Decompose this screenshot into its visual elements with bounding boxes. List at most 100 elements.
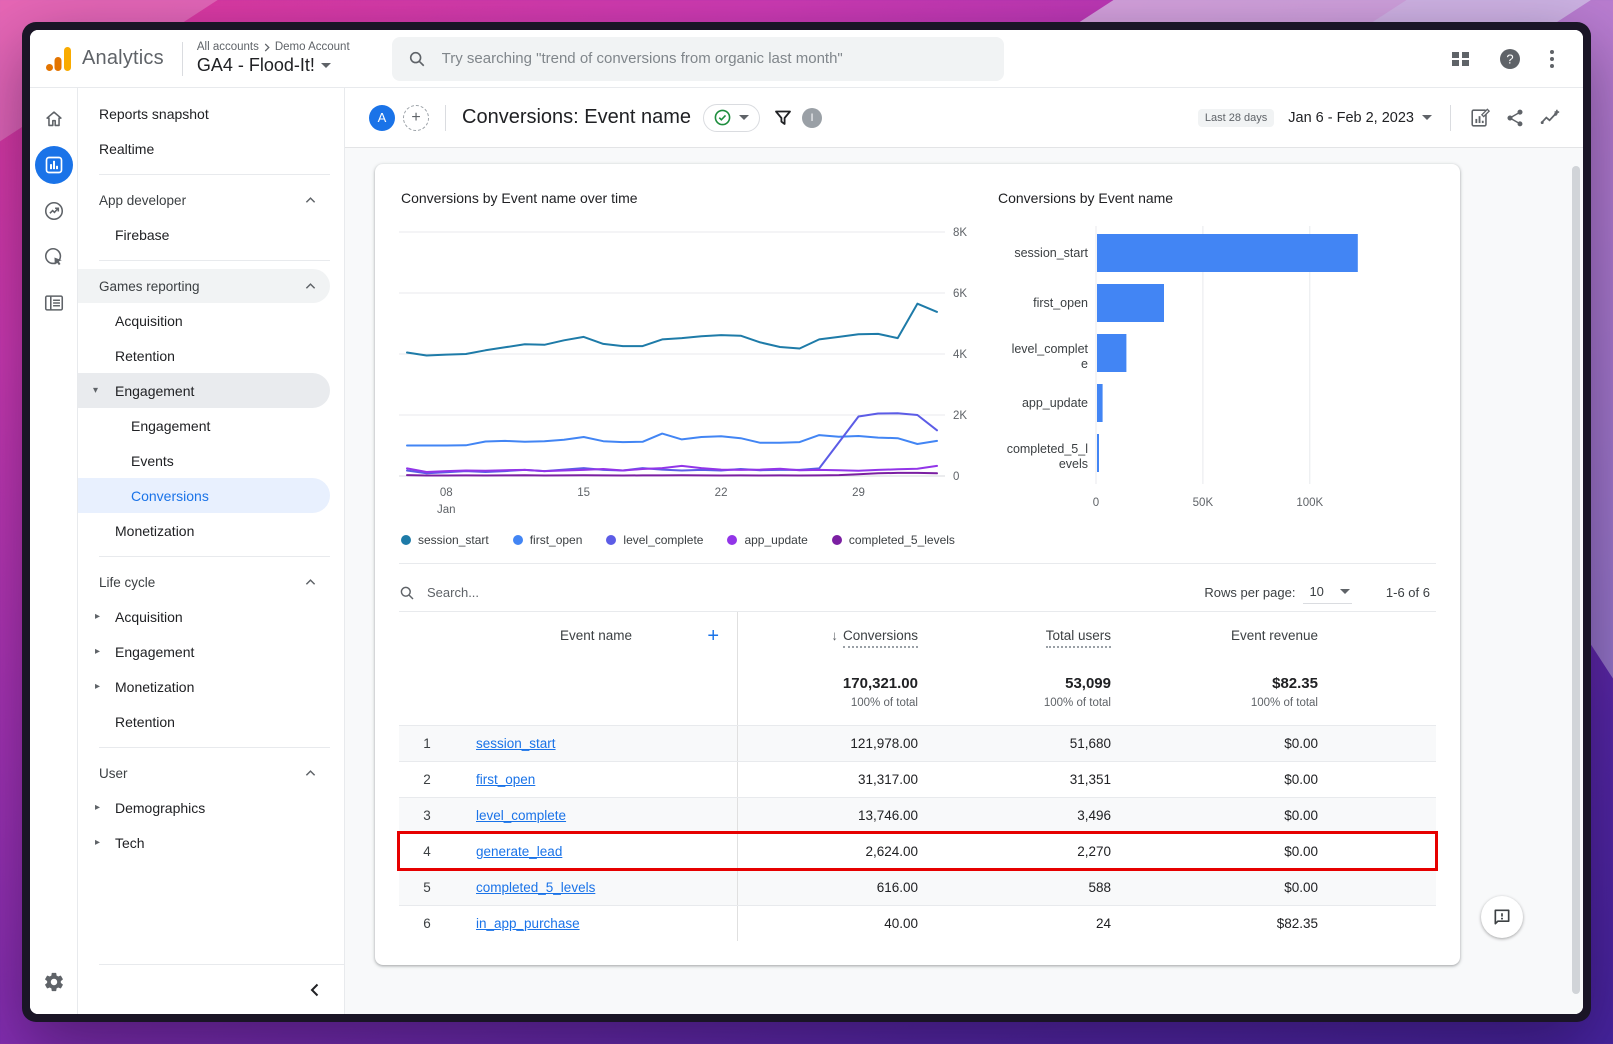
event-link-in_app_purchase[interactable]: in_app_purchase [455, 916, 580, 931]
add-comparison-button[interactable]: + [403, 105, 429, 131]
table-search-input[interactable] [425, 584, 645, 601]
sampling-indicator[interactable]: I [802, 108, 822, 128]
sidebar-section-app-developer[interactable]: App developer [78, 183, 330, 217]
sidebar-item-tech[interactable]: ▸Tech [78, 825, 344, 860]
collapse-sidebar-button[interactable] [99, 964, 344, 1014]
sidebar-item-engagement[interactable]: ▸Engagement [78, 634, 344, 669]
comparison-avatar[interactable]: A [369, 105, 395, 131]
diagnostics-grid-icon[interactable] [1451, 49, 1471, 69]
events-table: Event name + ↓Conversions Total users Ev… [399, 611, 1436, 941]
report-status-pill[interactable] [703, 104, 760, 132]
bar-chart[interactable]: 050K100Ksession_startfirst_openlevel_com… [996, 218, 1431, 514]
cell-event-name: first_open [455, 762, 738, 797]
caret-right-icon[interactable]: ▸ [95, 837, 100, 848]
sidebar-item-acquisition[interactable]: Acquisition [78, 303, 344, 338]
table-row-first_open[interactable]: 2first_open31,317.0031,351$0.00 [399, 761, 1436, 797]
admin-gear-icon[interactable] [43, 971, 65, 998]
browser-window: Analytics All accounts Demo Account GA4 … [22, 22, 1591, 1022]
sidebar-item-reports-snapshot[interactable]: Reports snapshot [78, 96, 344, 131]
global-search[interactable] [392, 37, 1004, 81]
sidebar-item-events[interactable]: Events [78, 443, 344, 478]
insights-icon[interactable] [1539, 107, 1561, 129]
sidebar-divider [99, 747, 330, 748]
caret-right-icon[interactable]: ▸ [95, 611, 100, 622]
feedback-button[interactable] [1481, 896, 1523, 938]
sidebar-item-retention[interactable]: Retention [78, 338, 344, 373]
sidebar-item-engagement[interactable]: Engagement [78, 408, 344, 443]
more-vert-icon[interactable] [1549, 49, 1555, 69]
sidebar-item-demographics[interactable]: ▸Demographics [78, 790, 344, 825]
sidebar-item-retention[interactable]: Retention [78, 704, 344, 739]
caret-down-icon[interactable]: ▾ [93, 385, 98, 396]
legend-item-completed_5_levels[interactable]: completed_5_levels [832, 533, 955, 547]
analytics-logo[interactable]: Analytics [44, 45, 164, 73]
event-link-first_open[interactable]: first_open [455, 772, 535, 787]
bar-completed_5_levels[interactable] [1097, 434, 1099, 472]
table-row-in_app_purchase[interactable]: 6in_app_purchase40.0024$82.35 [399, 905, 1436, 941]
share-icon[interactable] [1505, 108, 1525, 128]
rows-per-page-select[interactable]: 10 [1303, 582, 1351, 604]
bar-app_update[interactable] [1097, 384, 1103, 422]
search-input[interactable] [440, 49, 988, 68]
home-icon[interactable] [35, 100, 73, 138]
table-row-generate_lead[interactable]: 4generate_lead2,624.002,270$0.00 [399, 833, 1436, 869]
sidebar-item-acquisition[interactable]: ▸Acquisition [78, 599, 344, 634]
library-icon[interactable] [35, 284, 73, 322]
column-total-users[interactable]: Total users [1046, 628, 1111, 648]
line-chart[interactable]: 02K4K6K8K08Jan152229 [399, 218, 999, 520]
sidebar-section-life-cycle[interactable]: Life cycle [78, 565, 330, 599]
main-content: A + Conversions: Event name I Last 28 da… [345, 88, 1583, 1014]
caret-right-icon[interactable]: ▸ [95, 681, 100, 692]
section-label: App developer [99, 193, 186, 208]
caret-right-icon[interactable]: ▸ [95, 646, 100, 657]
column-event-name[interactable]: Event name [560, 628, 632, 643]
rows-per-page-value: 10 [1309, 584, 1323, 599]
advertising-icon[interactable] [35, 238, 73, 276]
sidebar-item-monetization[interactable]: Monetization [78, 513, 344, 548]
legend-item-first_open[interactable]: first_open [513, 533, 583, 547]
column-event-revenue[interactable]: Event revenue [1231, 628, 1318, 643]
vertical-scrollbar[interactable] [1572, 166, 1580, 994]
sidebar-item-conversions[interactable]: Conversions [78, 478, 330, 513]
table-row-session_start[interactable]: 1session_start121,978.0051,680$0.00 [399, 725, 1436, 761]
column-conversions[interactable]: Conversions [843, 628, 918, 648]
table-row-completed_5_levels[interactable]: 5completed_5_levels616.00588$0.00 [399, 869, 1436, 905]
bar-session_start[interactable] [1097, 234, 1358, 272]
legend-item-session_start[interactable]: session_start [401, 533, 489, 547]
sidebar-item-monetization[interactable]: ▸Monetization [78, 669, 344, 704]
table-search[interactable] [399, 584, 1204, 601]
sidebar-section-user[interactable]: User [78, 756, 330, 790]
caret-right-icon[interactable]: ▸ [95, 802, 100, 813]
svg-text:8K: 8K [953, 227, 967, 239]
bar-first_open[interactable] [1097, 284, 1164, 322]
reports-icon[interactable] [35, 146, 73, 184]
add-column-button[interactable]: + [707, 626, 719, 646]
sidebar-item-firebase[interactable]: Firebase [78, 217, 344, 252]
cell-total-users: 24 [918, 916, 1111, 931]
table-row-level_complete[interactable]: 3level_complete13,746.003,496$0.00 [399, 797, 1436, 833]
bar-level_complete[interactable] [1097, 334, 1126, 372]
legend-item-level_complete[interactable]: level_complete [606, 533, 703, 547]
property-selector[interactable]: GA4 - Flood-It! [197, 55, 350, 76]
svg-text:completed_5_l: completed_5_l [1007, 442, 1088, 456]
help-icon[interactable]: ? [1499, 48, 1521, 70]
breadcrumb-all-accounts[interactable]: All accounts [197, 41, 259, 53]
event-link-session_start[interactable]: session_start [455, 736, 556, 751]
account-breadcrumb[interactable]: All accounts Demo Account GA4 - Flood-It… [197, 41, 350, 76]
sidebar-item-realtime[interactable]: Realtime [78, 131, 344, 166]
breadcrumb-demo-account[interactable]: Demo Account [275, 41, 350, 53]
explore-icon[interactable] [35, 192, 73, 230]
sidebar-item-label: Conversions [131, 488, 209, 504]
sidebar-section-games-reporting[interactable]: Games reporting [78, 269, 330, 303]
customize-report-icon[interactable] [1469, 107, 1491, 129]
date-range-picker[interactable]: Jan 6 - Feb 2, 2023 [1288, 110, 1432, 126]
sidebar-item-engagement[interactable]: ▾Engagement [78, 373, 330, 408]
event-link-generate_lead[interactable]: generate_lead [455, 844, 562, 859]
legend-item-app_update[interactable]: app_update [727, 533, 807, 547]
line-series-level_complete [407, 413, 937, 473]
rows-per-page: Rows per page: 10 [1204, 582, 1352, 604]
event-link-completed_5_levels[interactable]: completed_5_levels [455, 880, 595, 895]
add-filter-icon[interactable] [774, 109, 792, 127]
event-link-level_complete[interactable]: level_complete [455, 808, 566, 823]
total-revenue: $82.35 [1111, 675, 1318, 692]
